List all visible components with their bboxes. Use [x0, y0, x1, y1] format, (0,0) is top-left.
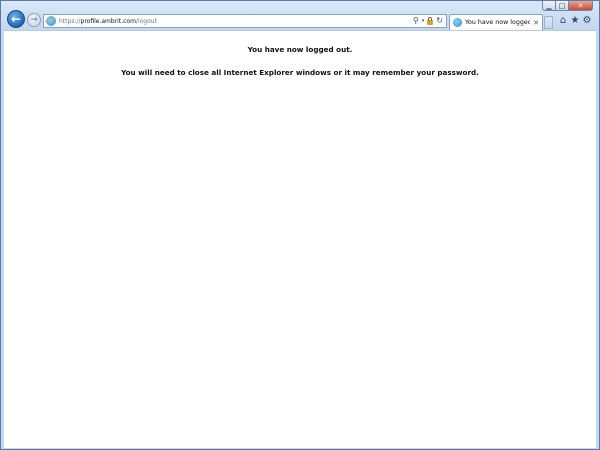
refresh-icon[interactable]: ↻	[436, 17, 443, 25]
url-prefix: https://	[59, 17, 81, 25]
search-icon[interactable]: ⚲	[413, 17, 419, 25]
address-bar[interactable]: https://profile.ambrit.com/logout ⚲ ▾ ↻	[43, 14, 447, 28]
tab-title: You have now logged ...	[465, 19, 531, 26]
page-content: You have now logged out. You will need t…	[4, 30, 596, 448]
close-window-button[interactable]: ✕	[569, 1, 593, 11]
back-arrow-icon: ←	[10, 12, 22, 26]
window-caption-buttons: ▁ □ ✕	[542, 1, 593, 11]
browser-window: ▁ □ ✕ ← → https://profile.ambrit.com/log…	[0, 0, 600, 450]
address-bar-tools: ⚲ ▾ ↻	[410, 17, 443, 25]
tab-close-icon[interactable]: ✕	[533, 19, 539, 27]
browser-chrome: ▁ □ ✕ ← → https://profile.ambrit.com/log…	[1, 1, 599, 31]
url-path: /logout	[135, 17, 157, 25]
minimize-button[interactable]: ▁	[542, 1, 556, 11]
maximize-icon: □	[558, 1, 566, 10]
chevron-down-icon[interactable]: ▾	[422, 18, 425, 24]
close-icon: ✕	[577, 1, 584, 10]
forward-arrow-icon: →	[30, 14, 38, 25]
close-windows-warning: You will need to close all Internet Expl…	[121, 68, 479, 77]
url-domain: profile.ambrit.com	[80, 17, 136, 25]
ie-site-icon	[46, 16, 56, 26]
maximize-button[interactable]: □	[556, 1, 569, 11]
url-text[interactable]: https://profile.ambrit.com/logout	[59, 18, 410, 25]
ie-tab-icon	[453, 18, 462, 27]
toolbar-icons: ⌂ ★ ⚙	[557, 15, 593, 27]
lock-icon[interactable]	[427, 17, 434, 25]
logout-message: You have now logged out.	[247, 45, 353, 54]
tools-gear-icon[interactable]: ⚙	[581, 15, 593, 27]
minimize-icon: ▁	[546, 1, 552, 10]
home-icon[interactable]: ⌂	[557, 15, 569, 27]
tab-logout[interactable]: You have now logged ... ✕	[449, 14, 543, 30]
new-tab-button[interactable]	[544, 16, 553, 29]
favorites-star-icon[interactable]: ★	[569, 15, 581, 27]
forward-button[interactable]: →	[27, 13, 41, 27]
back-button[interactable]: ←	[7, 10, 25, 28]
